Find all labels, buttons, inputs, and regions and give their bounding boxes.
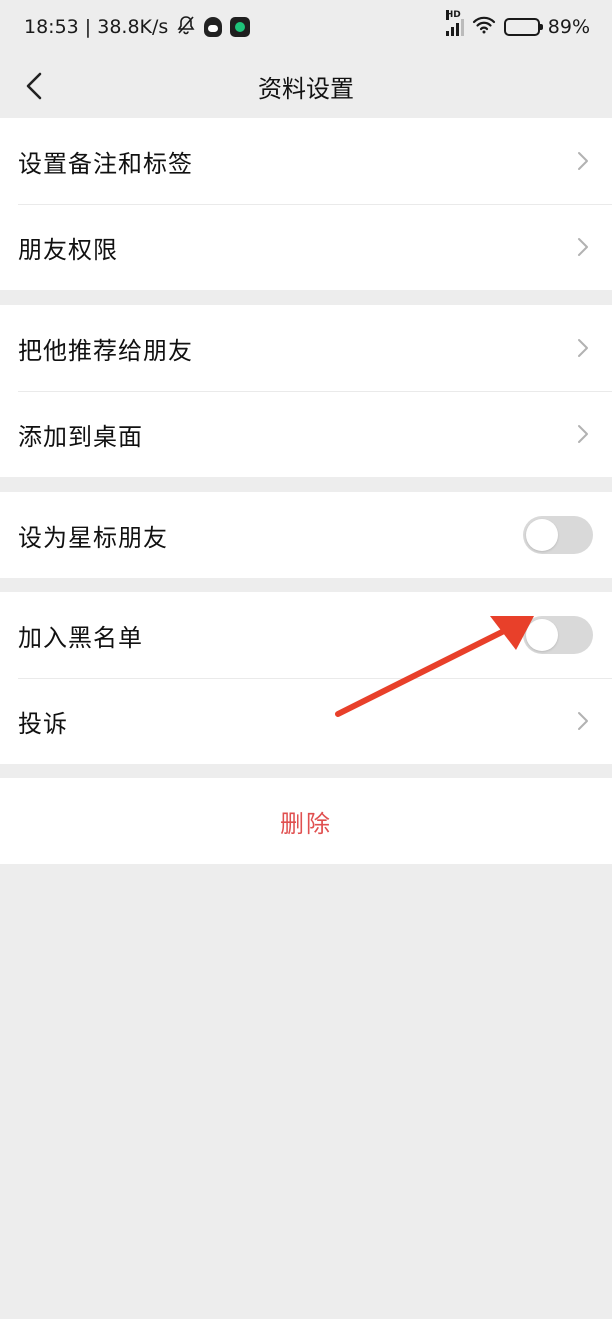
delete-label: 删除: [280, 809, 332, 838]
battery-percent: 89%: [547, 16, 590, 38]
page-title: 资料设置: [258, 74, 354, 103]
signal-icon: HD: [445, 10, 464, 36]
star-friend-toggle[interactable]: [523, 516, 593, 554]
navigation-bar: 资料设置: [0, 54, 612, 118]
qq-icon: [204, 17, 223, 37]
status-bar: 18:53 | 38.8K/s HD 89%: [0, 0, 612, 54]
row-label: 把他推荐给朋友: [18, 336, 193, 365]
row-add-to-desktop[interactable]: 添加到桌面: [0, 391, 612, 477]
row-label: 投诉: [18, 709, 68, 738]
hd-label: HD: [445, 10, 461, 20]
back-button[interactable]: [10, 62, 58, 110]
section-remark-permissions: 设置备注和标签 朋友权限: [0, 118, 612, 290]
row-label: 朋友权限: [18, 235, 118, 264]
status-right: HD 89%: [445, 10, 590, 39]
app-notification-icon: [230, 17, 251, 37]
annotation-arrow-icon: [335, 616, 534, 717]
section-star: 设为星标朋友: [0, 492, 612, 578]
wifi-icon: [472, 16, 496, 39]
chevron-right-icon: [576, 235, 590, 259]
chevron-right-icon: [576, 422, 590, 446]
section-recommend-desktop: 把他推荐给朋友 添加到桌面: [0, 305, 612, 477]
status-time-speed: 18:53 | 38.8K/s: [24, 16, 169, 38]
row-recommend-to-friend[interactable]: 把他推荐给朋友: [0, 305, 612, 391]
row-label: 设置备注和标签: [18, 149, 193, 178]
delete-button[interactable]: 删除: [0, 778, 612, 864]
status-left: 18:53 | 38.8K/s: [24, 15, 251, 40]
row-remark-tags[interactable]: 设置备注和标签: [0, 118, 612, 204]
row-friend-permissions[interactable]: 朋友权限: [0, 204, 612, 290]
chevron-left-icon: [26, 72, 42, 100]
battery-icon: [503, 18, 543, 36]
chevron-right-icon: [576, 149, 590, 173]
row-star-friend: 设为星标朋友: [0, 492, 612, 578]
row-label: 添加到桌面: [18, 422, 143, 451]
chevron-right-icon: [576, 336, 590, 360]
row-label: 设为星标朋友: [18, 523, 168, 552]
row-label: 加入黑名单: [18, 623, 143, 652]
chevron-right-icon: [576, 709, 590, 733]
mute-bell-icon: [176, 15, 196, 40]
